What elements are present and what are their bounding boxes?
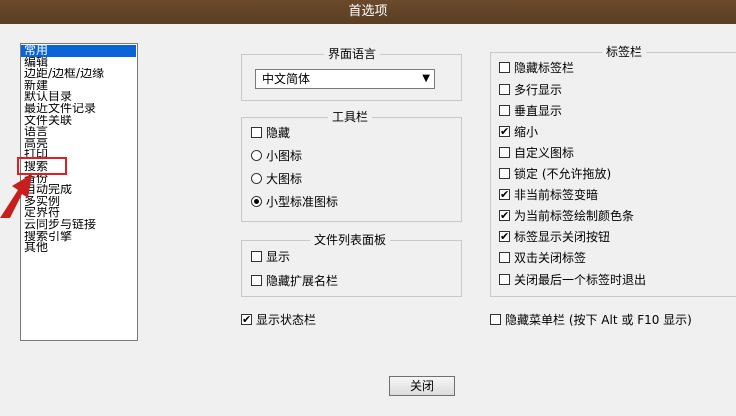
- tab-draw-color-bar-checkbox[interactable]: 为当前标签绘制颜色条: [499, 207, 634, 225]
- checkbox-label: 关闭最后一个标签时退出: [514, 273, 647, 287]
- checkbox-label: 非当前标签变暗: [514, 188, 599, 202]
- category-item[interactable]: 语言: [21, 126, 137, 138]
- category-item[interactable]: 搜索引擎: [21, 231, 137, 243]
- checkbox-label: 显示: [266, 250, 291, 264]
- category-item[interactable]: 其他: [21, 242, 137, 254]
- checkbox-box[interactable]: [499, 147, 510, 158]
- checkbox-label: 为当前标签绘制颜色条: [514, 209, 635, 223]
- tab-darken-inactive-checkbox[interactable]: 非当前标签变暗: [499, 186, 598, 204]
- tab-multiline-checkbox[interactable]: 多行显示: [499, 81, 562, 99]
- radio-label: 小图标: [266, 149, 303, 163]
- radio-label: 小型标准图标: [266, 195, 339, 209]
- checkbox-box[interactable]: [499, 252, 510, 263]
- checkbox-box[interactable]: [499, 123, 510, 141]
- checkbox-box[interactable]: [251, 251, 262, 262]
- pointer-arrow-icon: [0, 174, 32, 218]
- checkbox-label: 隐藏菜单栏 (按下 Alt 或 F10 显示): [505, 313, 692, 327]
- window-title-bar: 首选项: [0, 0, 736, 24]
- group-title: 文件列表面板: [310, 233, 391, 247]
- toolbar-small-icons-radio[interactable]: 小图标: [251, 147, 302, 165]
- tab-vertical-checkbox[interactable]: 垂直显示: [499, 102, 562, 120]
- radio-circle[interactable]: [251, 150, 262, 161]
- checkbox-box[interactable]: [241, 311, 252, 329]
- checkbox-box[interactable]: [499, 168, 510, 179]
- tab-lock-checkbox[interactable]: 锁定 (不允许拖放): [499, 165, 611, 183]
- checkbox-box[interactable]: [499, 274, 510, 285]
- radio-circle[interactable]: [251, 173, 262, 184]
- chevron-down-icon: ▼: [422, 73, 430, 84]
- category-item[interactable]: 边距/边框/边缘: [21, 68, 137, 80]
- category-item[interactable]: 新建: [21, 80, 137, 92]
- doclist-show-checkbox[interactable]: 显示: [251, 248, 290, 266]
- show-status-bar-checkbox[interactable]: 显示状态栏: [241, 311, 316, 329]
- group-title: 标签栏: [602, 45, 647, 59]
- group-title: 工具栏: [328, 110, 373, 124]
- language-select-value: 中文简体: [262, 72, 311, 86]
- checkbox-label: 缩小: [514, 125, 539, 139]
- checkbox-label: 多行显示: [514, 83, 563, 97]
- toolbar-hide-checkbox[interactable]: 隐藏: [251, 124, 290, 142]
- checkbox-label: 双击关闭标签: [514, 251, 587, 265]
- tab-double-click-close-checkbox[interactable]: 双击关闭标签: [499, 249, 586, 267]
- checkbox-label: 自定义图标: [514, 146, 575, 160]
- checkbox-label: 隐藏: [266, 126, 291, 140]
- checkbox-box[interactable]: [499, 84, 510, 95]
- tab-show-close-button-checkbox[interactable]: 标签显示关闭按钮: [499, 228, 610, 246]
- radio-circle[interactable]: [251, 196, 262, 207]
- tab-reduce-checkbox[interactable]: 缩小: [499, 123, 538, 141]
- checkbox-box[interactable]: [251, 275, 262, 286]
- checkbox-box[interactable]: [499, 207, 510, 225]
- category-item[interactable]: 编辑: [21, 57, 137, 69]
- language-select[interactable]: 中文简体 ▼: [255, 69, 435, 89]
- radio-label: 大图标: [266, 172, 303, 186]
- checkbox-label: 隐藏标签栏: [514, 61, 575, 75]
- category-item[interactable]: 默认目录: [21, 91, 137, 103]
- category-item[interactable]: 最近文件记录: [21, 103, 137, 115]
- toolbar-large-icons-radio[interactable]: 大图标: [251, 170, 302, 188]
- doclist-hide-ext-checkbox[interactable]: 隐藏扩展名栏: [251, 272, 338, 290]
- category-item[interactable]: 常用: [21, 45, 136, 57]
- group-title: 界面语言: [324, 47, 381, 61]
- checkbox-box[interactable]: [499, 62, 510, 73]
- window-title: 首选项: [348, 4, 388, 19]
- category-item[interactable]: 文件关联: [21, 115, 137, 127]
- checkbox-box[interactable]: [251, 127, 262, 138]
- category-item[interactable]: 云同步与链接: [21, 219, 137, 231]
- tab-exit-on-last-close-checkbox[interactable]: 关闭最后一个标签时退出: [499, 271, 646, 289]
- toolbar-small-standard-radio[interactable]: 小型标准图标: [251, 193, 338, 211]
- checkbox-label: 显示状态栏: [256, 313, 317, 327]
- close-button[interactable]: 关闭: [389, 376, 455, 396]
- hide-menu-bar-checkbox[interactable]: 隐藏菜单栏 (按下 Alt 或 F10 显示): [490, 311, 692, 329]
- checkbox-box[interactable]: [499, 228, 510, 246]
- category-item[interactable]: 高亮: [21, 138, 137, 150]
- checkbox-box[interactable]: [499, 186, 510, 204]
- tab-alt-icons-checkbox[interactable]: 自定义图标: [499, 144, 574, 162]
- checkbox-label: 隐藏扩展名栏: [266, 274, 339, 288]
- tab-hide-checkbox[interactable]: 隐藏标签栏: [499, 59, 574, 77]
- checkbox-box[interactable]: [490, 314, 501, 325]
- checkbox-label: 锁定 (不允许拖放): [514, 167, 612, 181]
- checkbox-label: 垂直显示: [514, 104, 563, 118]
- checkbox-box[interactable]: [499, 105, 510, 116]
- checkbox-label: 标签显示关闭按钮: [514, 230, 611, 244]
